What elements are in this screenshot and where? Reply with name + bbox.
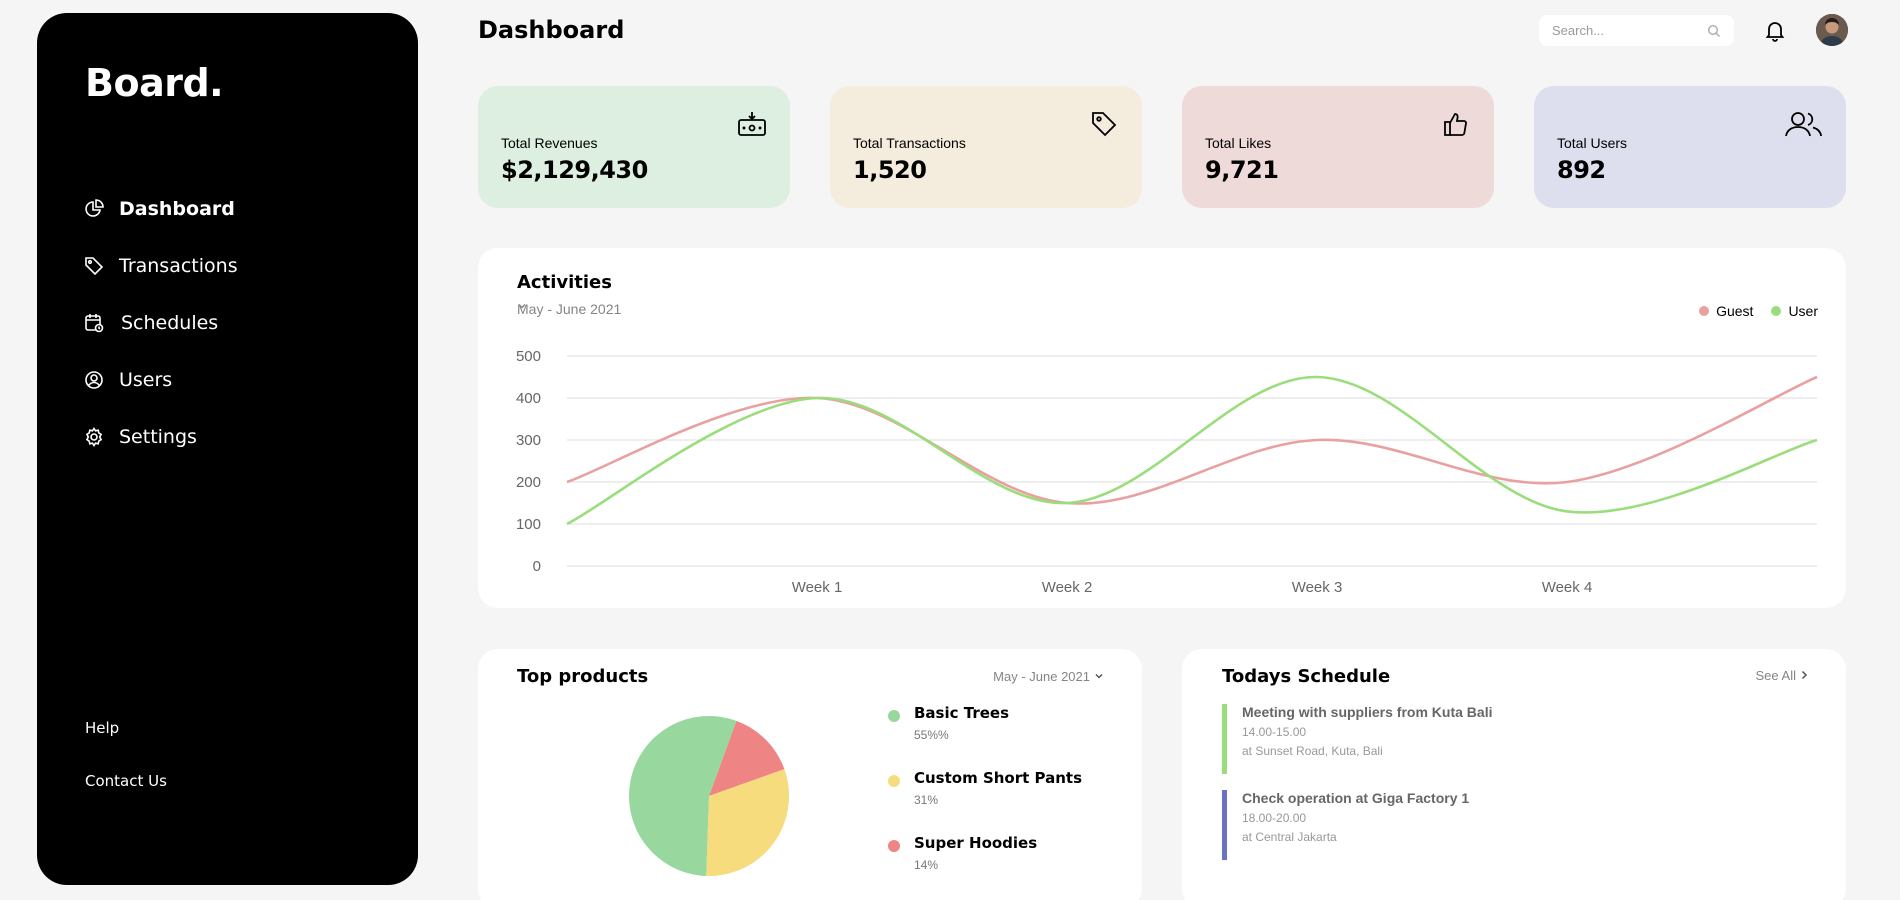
x-tick-label: Week 3 — [1292, 579, 1343, 596]
sidebar-item-users[interactable]: Users — [83, 351, 238, 408]
series-line-user — [566, 375, 1818, 526]
x-tick-label: Week 4 — [1542, 579, 1593, 596]
search-box[interactable] — [1539, 15, 1734, 46]
stat-card-revenues: Total Revenues $2,129,430 — [478, 86, 790, 208]
tag-icon — [1088, 108, 1120, 140]
see-all-link[interactable]: See All — [1756, 668, 1808, 683]
chevron-right-icon — [1800, 668, 1808, 683]
product-dot — [888, 840, 900, 852]
tag-icon — [83, 255, 105, 277]
stat-card-users: Total Users 892 — [1534, 86, 1846, 208]
stat-label: Total Likes — [1205, 135, 1272, 151]
avatar[interactable] — [1816, 14, 1848, 46]
list-item: Super Hoodies 14% — [888, 834, 1082, 899]
user-circle-icon — [83, 369, 105, 391]
schedule-panel: Todays Schedule See All Meeting with sup… — [1182, 649, 1846, 900]
event-title: Meeting with suppliers from Kuta Bali — [1242, 704, 1493, 720]
stat-label: Total Transactions — [853, 135, 966, 151]
product-dot — [888, 775, 900, 787]
brand-logo: Board. — [85, 61, 224, 105]
range-label: May - June 2021 — [993, 669, 1090, 684]
schedule-event[interactable]: Check operation at Giga Factory 1 18.00-… — [1222, 790, 1469, 860]
event-place: at Central Jakarta — [1242, 830, 1337, 844]
sidebar-item-label: Transactions — [119, 254, 238, 277]
activities-line-chart: 0 100 200 300 400 500 Week 1 Week 2 Week 3 Week 4 — [516, 348, 1818, 596]
page-title: Dashboard — [478, 16, 625, 44]
list-item: Basic Trees 55%% — [888, 704, 1082, 769]
sidebar-item-schedules[interactable]: Schedules — [83, 294, 238, 351]
schedule-title: Todays Schedule — [1222, 666, 1391, 687]
event-time: 18.00-20.00 — [1242, 811, 1307, 825]
see-all-label: See All — [1755, 668, 1796, 683]
product-percent: 55%% — [914, 728, 949, 742]
help-link[interactable]: Help — [85, 719, 119, 737]
sidebar-item-settings[interactable]: Settings — [83, 408, 238, 465]
users-icon — [1784, 108, 1824, 140]
search-icon[interactable] — [1707, 24, 1721, 38]
stat-value: $2,129,430 — [501, 156, 648, 184]
search-input[interactable] — [1552, 23, 1702, 38]
money-icon — [736, 108, 768, 140]
stat-card-transactions: Total Transactions 1,520 — [830, 86, 1142, 208]
stat-value: 892 — [1557, 156, 1606, 184]
schedule-event[interactable]: Meeting with suppliers from Kuta Bali 14… — [1222, 704, 1492, 774]
stat-value: 9,721 — [1205, 156, 1279, 184]
stat-card-likes: Total Likes 9,721 — [1182, 86, 1494, 208]
y-tick-label: 400 — [516, 390, 541, 407]
pie-chart-icon — [83, 198, 105, 220]
sidebar-item-transactions[interactable]: Transactions — [83, 237, 238, 294]
calendar-icon — [83, 312, 105, 334]
x-tick-label: Week 1 — [792, 579, 843, 596]
y-tick-label: 200 — [516, 474, 541, 491]
product-name: Super Hoodies — [914, 834, 1038, 852]
product-name: Custom Short Pants — [914, 769, 1083, 787]
sidebar: Board. Dashboard Transactions Schedules … — [37, 13, 418, 885]
products-pie-chart — [629, 716, 789, 876]
product-dot — [888, 710, 900, 722]
products-list: Basic Trees 55%% Custom Short Pants 31% … — [888, 704, 1082, 899]
event-time: 14.00-15.00 — [1242, 725, 1307, 739]
products-range-dropdown[interactable]: May - June 2021 — [993, 669, 1104, 684]
chevron-down-icon — [1094, 669, 1104, 684]
event-title: Check operation at Giga Factory 1 — [1242, 790, 1470, 806]
y-tick-label: 500 — [516, 348, 541, 365]
sidebar-item-dashboard[interactable]: Dashboard — [83, 180, 238, 237]
gear-icon — [83, 426, 105, 448]
contact-us-link[interactable]: Contact Us — [85, 772, 167, 790]
stat-label: Total Revenues — [501, 135, 598, 151]
product-percent: 31% — [914, 793, 939, 807]
product-percent: 14% — [914, 858, 939, 872]
stat-value: 1,520 — [853, 156, 927, 184]
sidebar-item-label: Dashboard — [119, 197, 235, 220]
notification-bell-icon[interactable] — [1763, 18, 1787, 42]
sidebar-item-label: Schedules — [121, 311, 219, 334]
top-products-panel: Top products May - June 2021 Basic Trees… — [478, 649, 1142, 900]
sidebar-nav: Dashboard Transactions Schedules Users S… — [83, 180, 238, 465]
thumbs-up-icon — [1440, 108, 1472, 140]
activities-panel: Activities May - June 2021 Guest User 01… — [478, 248, 1846, 608]
x-tick-label: Week 2 — [1042, 579, 1093, 596]
event-place: at Sunset Road, Kuta, Bali — [1242, 744, 1383, 758]
list-item: Custom Short Pants 31% — [888, 769, 1082, 834]
y-tick-label: 0 — [533, 558, 541, 575]
y-tick-label: 300 — [516, 432, 541, 449]
product-name: Basic Trees — [914, 704, 1009, 722]
products-pie — [628, 715, 790, 877]
sidebar-item-label: Settings — [119, 425, 197, 448]
y-tick-label: 100 — [516, 516, 541, 533]
sidebar-item-label: Users — [119, 368, 173, 391]
stat-label: Total Users — [1557, 135, 1628, 151]
top-products-title: Top products — [517, 666, 649, 687]
